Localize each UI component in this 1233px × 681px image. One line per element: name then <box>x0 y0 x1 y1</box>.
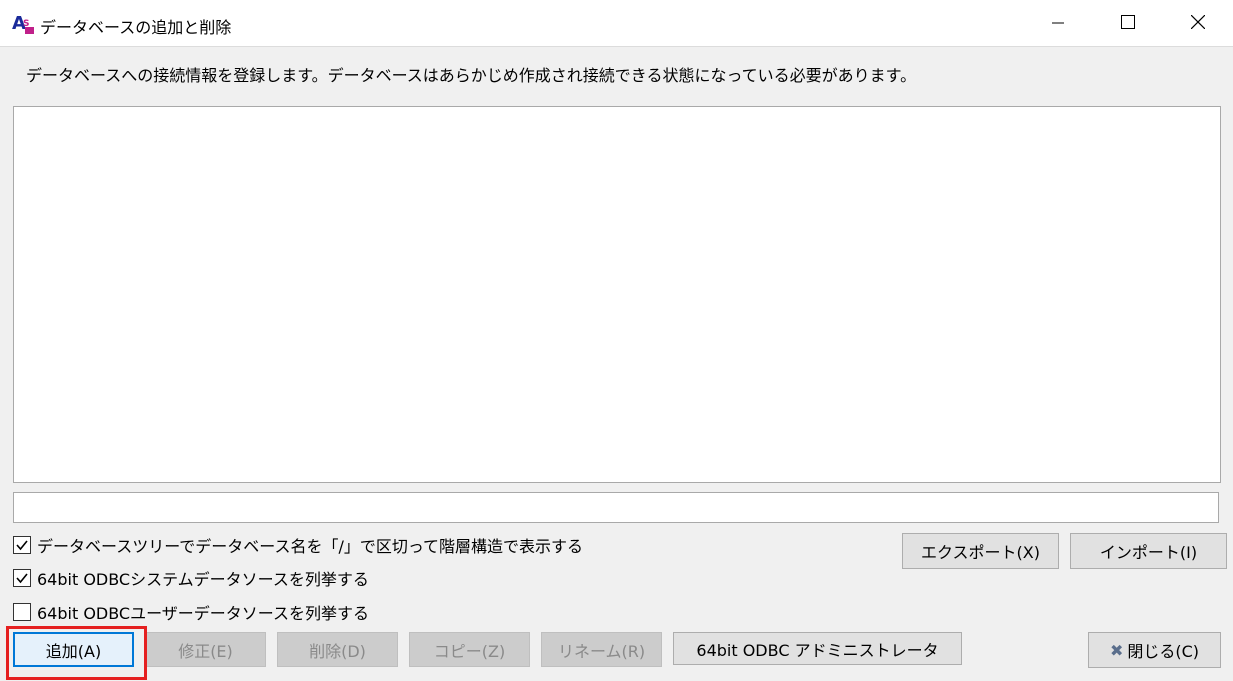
option-hierarchy[interactable]: データベースツリーでデータベース名を「/」で区切って階層構造で表示する <box>13 533 583 557</box>
option-hierarchy-label: データベースツリーでデータベース名を「/」で区切って階層構造で表示する <box>37 537 584 556</box>
window-title: データベースの追加と削除 <box>40 18 232 37</box>
minimize-button[interactable] <box>1023 0 1093 46</box>
close-window-button[interactable] <box>1163 0 1233 46</box>
checkbox-hierarchy[interactable] <box>13 536 31 554</box>
copy-button[interactable]: コピー(Z) <box>409 632 530 667</box>
option-system-dsn-label: 64bit ODBCシステムデータソースを列挙する <box>37 570 369 589</box>
close-button[interactable]: ✖ 閉じる(C) <box>1088 632 1221 668</box>
option-user-dsn[interactable]: 64bit ODBCユーザーデータソースを列挙する <box>13 600 369 624</box>
option-user-dsn-label: 64bit ODBCユーザーデータソースを列挙する <box>37 604 369 623</box>
app-icon: A S <box>12 12 36 36</box>
minimize-icon <box>1052 14 1064 33</box>
edit-button[interactable]: 修正(E) <box>145 632 266 667</box>
checkbox-user-dsn[interactable] <box>13 603 31 621</box>
database-list[interactable] <box>13 106 1221 483</box>
checkbox-system-dsn[interactable] <box>13 569 31 587</box>
database-name-field[interactable] <box>13 492 1219 523</box>
option-system-dsn[interactable]: 64bit ODBCシステムデータソースを列挙する <box>13 566 369 590</box>
delete-button[interactable]: 削除(D) <box>277 632 398 667</box>
import-button[interactable]: インポート(I) <box>1070 533 1227 569</box>
title-bar: A S データベースの追加と削除 <box>0 0 1233 47</box>
export-button[interactable]: エクスポート(X) <box>902 533 1059 569</box>
highlight-box <box>6 626 147 680</box>
description-text: データベースへの接続情報を登録します。データベースはあらかじめ作成され接続できる… <box>26 66 917 85</box>
close-icon <box>1190 14 1206 33</box>
close-x-icon: ✖ <box>1109 640 1124 660</box>
maximize-button[interactable] <box>1093 0 1163 46</box>
rename-button[interactable]: リネーム(R) <box>541 632 662 667</box>
odbc-admin-button[interactable]: 64bit ODBC アドミニストレータ <box>673 632 962 665</box>
close-button-label: 閉じる(C) <box>1127 642 1200 661</box>
maximize-icon <box>1121 14 1135 33</box>
